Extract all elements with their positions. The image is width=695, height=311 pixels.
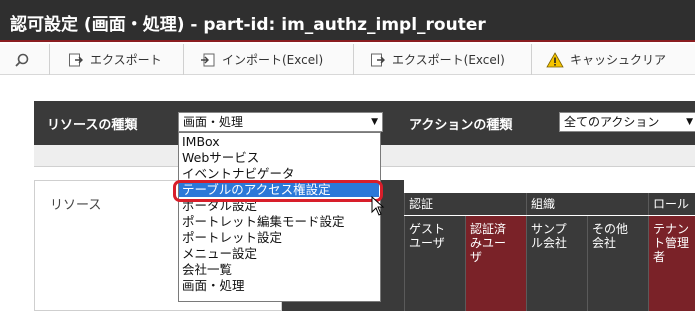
action-type-label: アクションの種類 xyxy=(409,118,513,133)
mouse-cursor-icon xyxy=(371,195,385,220)
export-label: エクスポート xyxy=(90,53,162,67)
window-titlebar: 認可設定 (画面・処理) - part-id: im_authz_impl_ro… xyxy=(0,0,695,42)
import-excel-button[interactable]: インポート(Excel) xyxy=(184,44,354,75)
dropdown-option-menu-settings[interactable]: メニュー設定 xyxy=(179,247,379,261)
dropdown-option-portlet-edit-mode[interactable]: ポートレット編集モード設定 xyxy=(179,215,379,229)
toolbar: エクスポート インポート(Excel) エクスポート(Excel) キャッシュク… xyxy=(0,44,695,75)
export-excel-icon xyxy=(370,52,392,68)
group-header-auth: 認証 xyxy=(404,193,526,215)
chevron-down-icon: ▼ xyxy=(371,117,378,127)
dropdown-option-webservice[interactable]: Webサービス xyxy=(179,151,379,165)
warning-icon xyxy=(546,51,570,68)
search-icon xyxy=(14,52,36,68)
export-excel-button[interactable]: エクスポート(Excel) xyxy=(354,44,532,75)
action-type-value: 全てのアクション xyxy=(564,115,660,129)
col-sample-company: サンプ ル会社 xyxy=(526,216,587,311)
resource-header-label: リソース xyxy=(50,198,102,213)
export-excel-label: エクスポート(Excel) xyxy=(392,53,505,67)
clear-cache-button[interactable]: キャッシュクリア xyxy=(532,44,695,75)
export-button[interactable]: エクスポート xyxy=(50,44,184,75)
export-icon xyxy=(68,52,90,68)
group-header-org: 組織 xyxy=(526,193,648,215)
import-icon xyxy=(200,52,222,68)
col-authenticated-user: 認証済 みユー ザ xyxy=(465,216,526,311)
clear-cache-label: キャッシュクリア xyxy=(570,53,667,67)
resource-type-dropdown: IMBox Webサービス イベントナビゲータ テーブルのアクセス権設定 ポータ… xyxy=(178,132,381,302)
highlight-callout xyxy=(173,180,383,202)
dropdown-option-screen-process[interactable]: 画面・処理 xyxy=(179,279,379,293)
dropdown-option-event-navigator[interactable]: イベントナビゲータ xyxy=(179,167,379,181)
dropdown-option-company-list[interactable]: 会社一覧 xyxy=(179,263,379,277)
window-title: 認可設定 (画面・処理) - part-id: im_authz_impl_ro… xyxy=(10,15,486,35)
action-type-select[interactable]: 全てのアクション ▼ xyxy=(559,112,695,132)
search-button[interactable] xyxy=(0,44,50,75)
dropdown-option-portlet-settings[interactable]: ポートレット設定 xyxy=(179,231,379,245)
group-header-role: ロール xyxy=(648,193,695,215)
resource-type-label: リソースの種類 xyxy=(47,118,138,133)
chevron-down-icon: ▼ xyxy=(686,117,693,127)
resource-type-value: 画面・処理 xyxy=(183,115,244,129)
dropdown-option-imbox[interactable]: IMBox xyxy=(179,135,379,149)
col-tenant-admin: テナン ト管理 者 xyxy=(648,216,695,311)
resource-type-select[interactable]: 画面・処理 ▼ xyxy=(178,112,383,132)
col-other-company: その他 会社 xyxy=(587,216,648,311)
col-guest-user: ゲスト ユーザ xyxy=(404,216,465,311)
import-excel-label: インポート(Excel) xyxy=(222,53,324,67)
